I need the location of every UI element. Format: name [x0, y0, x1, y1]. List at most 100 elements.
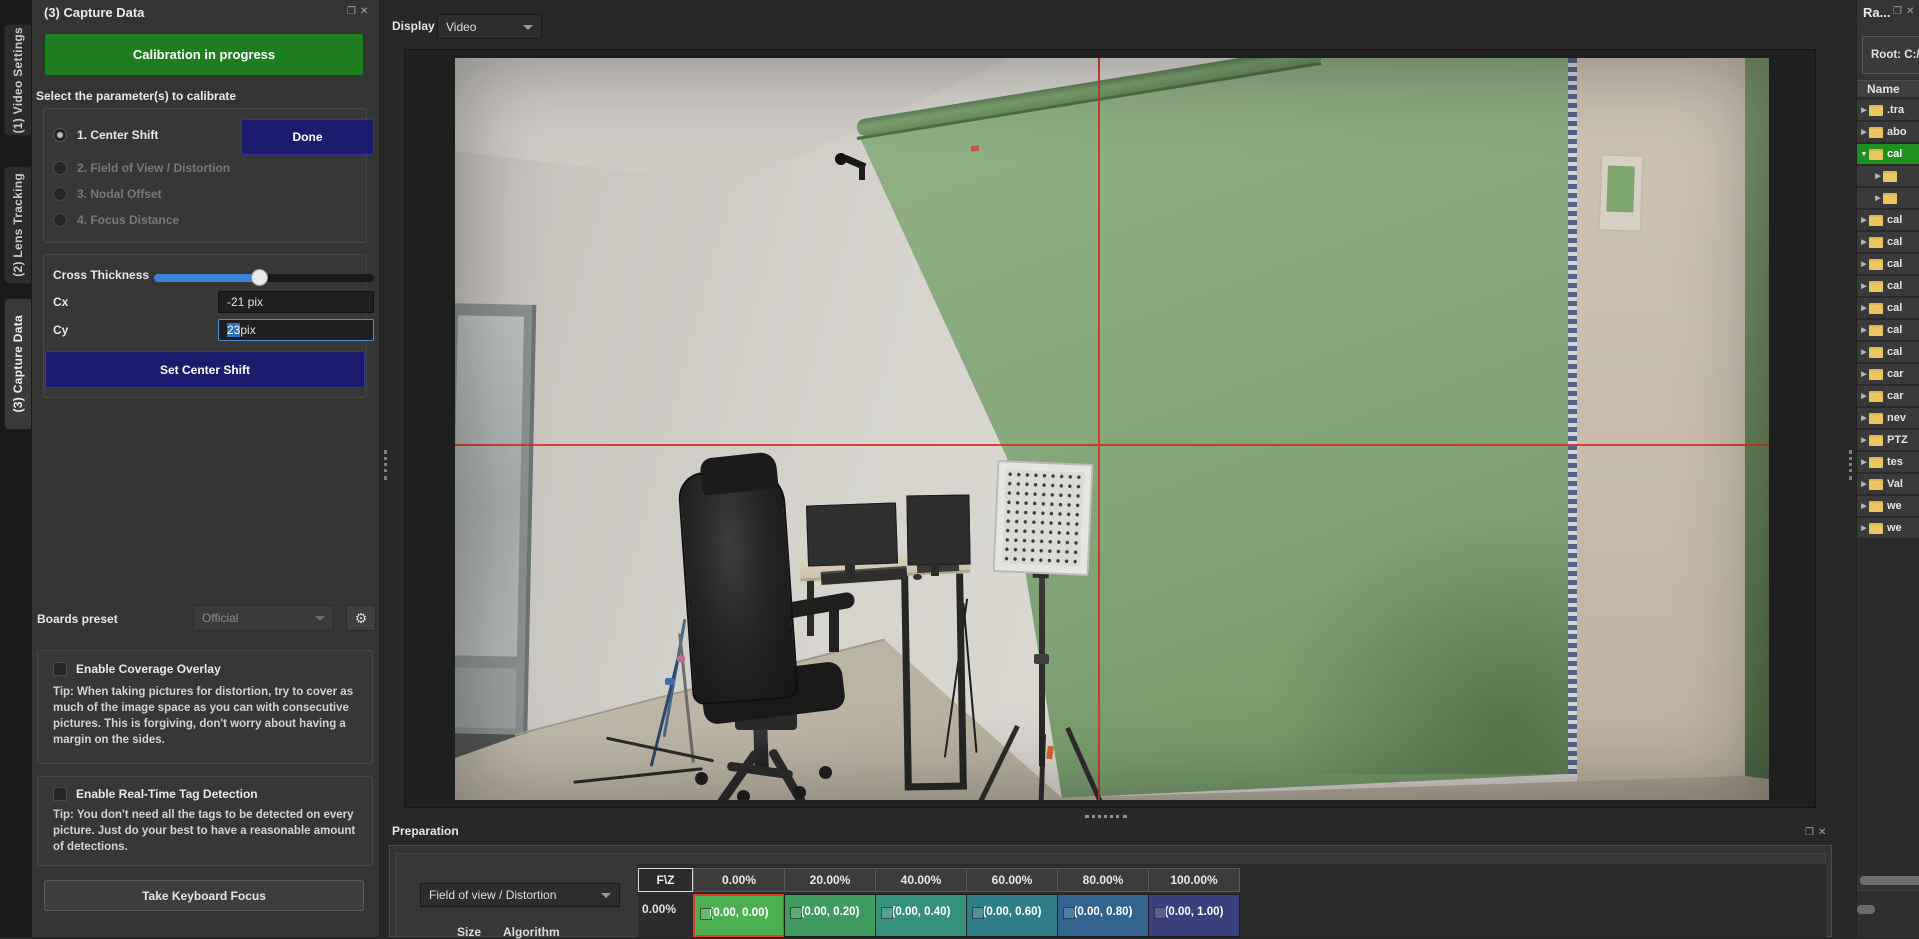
- param-option-3[interactable]: 3. Nodal Offset: [44, 181, 368, 207]
- boards-settings-button[interactable]: ⚙: [346, 605, 376, 631]
- tree-row-0[interactable]: ▶.tra: [1857, 100, 1919, 120]
- expand-icon[interactable]: ▶: [1859, 304, 1869, 312]
- left-splitter-handle[interactable]: [384, 450, 387, 480]
- param-option-2[interactable]: 2. Field of View / Distortion: [44, 155, 368, 181]
- tree-row-11[interactable]: ▶cal: [1857, 342, 1919, 362]
- tab-3[interactable]: (3) Capture Data: [4, 298, 31, 430]
- sample-cell-4[interactable]: (0.00, 0.80): [1057, 894, 1149, 937]
- cy-input[interactable]: 23 pix: [218, 319, 374, 341]
- col-header-80.00%[interactable]: 80.00%: [1057, 868, 1149, 892]
- collapse-icon[interactable]: ▼: [1859, 151, 1869, 158]
- mode-dropdown[interactable]: Field of view / Distortion: [420, 883, 620, 907]
- col-header-20.00%[interactable]: 20.00%: [784, 868, 876, 892]
- expand-icon[interactable]: ▶: [1859, 260, 1869, 268]
- tree-row-9[interactable]: ▶cal: [1857, 298, 1919, 318]
- set-center-shift-button[interactable]: Set Center Shift: [45, 351, 365, 388]
- folder-icon: [1869, 127, 1883, 138]
- tree-row-7[interactable]: ▶cal: [1857, 254, 1919, 274]
- tree-horizontal-scrollbar[interactable]: [1860, 876, 1919, 885]
- bottom-scrollbar[interactable]: [1857, 905, 1875, 914]
- tree-row-16[interactable]: ▶tes: [1857, 452, 1919, 472]
- expand-icon[interactable]: ▶: [1859, 414, 1869, 422]
- tab-1[interactable]: (1) Video Settings: [4, 24, 31, 136]
- sample-cell-5[interactable]: (0.00, 1.00): [1148, 894, 1240, 937]
- expand-icon[interactable]: ▶: [1859, 348, 1869, 356]
- float-panel-icon[interactable]: ❐: [1805, 828, 1814, 838]
- expand-icon[interactable]: ▶: [1859, 458, 1869, 466]
- float-panel-icon[interactable]: ❐: [1893, 7, 1902, 17]
- tree-row-2[interactable]: ▼cal: [1857, 144, 1919, 164]
- cross-thickness-slider[interactable]: [154, 274, 374, 282]
- cell-checkbox[interactable]: [881, 907, 893, 919]
- tree-row-15[interactable]: ▶PTZ: [1857, 430, 1919, 450]
- folder-icon: [1869, 413, 1883, 424]
- expand-icon[interactable]: ▶: [1859, 524, 1869, 532]
- col-header-100.00%[interactable]: 100.00%: [1148, 868, 1240, 892]
- calibration-status-button[interactable]: Calibration in progress: [44, 33, 364, 76]
- tree-row-5[interactable]: ▶ cal: [1857, 210, 1919, 230]
- tree-row-18[interactable]: ▶we: [1857, 496, 1919, 516]
- close-panel-icon[interactable]: ✕: [360, 7, 368, 17]
- tab-2[interactable]: (2) Lens Tracking: [4, 166, 31, 284]
- cx-input[interactable]: -21 pix: [218, 291, 374, 313]
- radio-icon[interactable]: [53, 128, 67, 142]
- display-dropdown[interactable]: Video: [437, 14, 542, 39]
- tree-row-8[interactable]: ▶cal: [1857, 276, 1919, 296]
- tree-row-4[interactable]: ▶: [1857, 188, 1919, 208]
- tree-row-17[interactable]: ▶Val: [1857, 474, 1919, 494]
- expand-icon[interactable]: ▶: [1859, 282, 1869, 290]
- done-button[interactable]: Done: [241, 119, 374, 155]
- close-panel-icon[interactable]: ✕: [1818, 828, 1826, 838]
- tree-row-14[interactable]: ▶nev: [1857, 408, 1919, 428]
- sample-cell-0[interactable]: (0.00, 0.00): [693, 894, 785, 937]
- cell-checkbox[interactable]: [972, 907, 984, 919]
- col-header-60.00%[interactable]: 60.00%: [966, 868, 1058, 892]
- cell-checkbox[interactable]: [790, 907, 802, 919]
- tree-row-1[interactable]: ▶abo: [1857, 122, 1919, 142]
- expand-icon[interactable]: ▶: [1859, 392, 1869, 400]
- expand-icon[interactable]: ▶: [1859, 502, 1869, 510]
- right-splitter-handle[interactable]: [1849, 450, 1852, 480]
- radio-icon[interactable]: [53, 187, 67, 201]
- expand-icon[interactable]: ▶: [1859, 326, 1869, 334]
- col-header-40.00%[interactable]: 40.00%: [875, 868, 967, 892]
- sample-cell-3[interactable]: (0.00, 0.60): [966, 894, 1058, 937]
- slider-handle[interactable]: [251, 269, 268, 286]
- sample-cell-1[interactable]: (0.00, 0.20): [784, 894, 876, 937]
- close-panel-icon[interactable]: ✕: [1906, 7, 1914, 17]
- radio-icon[interactable]: [53, 161, 67, 175]
- take-keyboard-focus-button[interactable]: Take Keyboard Focus: [44, 880, 364, 911]
- tree-row-12[interactable]: ▶car: [1857, 364, 1919, 384]
- coverage-overlay-checkbox[interactable]: [53, 662, 67, 676]
- cell-checkbox[interactable]: [1154, 907, 1166, 919]
- folder-label: cal: [1887, 214, 1902, 226]
- expand-icon[interactable]: ▶: [1859, 128, 1869, 136]
- tree-row-19[interactable]: ▶we: [1857, 518, 1919, 538]
- cell-checkbox[interactable]: [700, 908, 712, 920]
- expand-icon[interactable]: ▶: [1859, 480, 1869, 488]
- folder-icon: [1869, 215, 1883, 226]
- col-header-0.00%[interactable]: 0.00%: [693, 868, 785, 892]
- tree-row-10[interactable]: ▶cal: [1857, 320, 1919, 340]
- expand-icon[interactable]: ▶: [1859, 436, 1869, 444]
- sample-cell-2[interactable]: (0.00, 0.40): [875, 894, 967, 937]
- expand-icon[interactable]: ▶: [1873, 172, 1883, 180]
- radio-icon[interactable]: [53, 213, 67, 227]
- expand-icon[interactable]: ▶: [1873, 194, 1883, 202]
- float-panel-icon[interactable]: ❐: [347, 7, 356, 17]
- table-corner-cell[interactable]: F\Z: [638, 868, 693, 892]
- expand-icon[interactable]: ▶: [1859, 106, 1869, 114]
- expand-icon[interactable]: ▶: [1859, 370, 1869, 378]
- tree-row-6[interactable]: ▶cal: [1857, 232, 1919, 252]
- cell-checkbox[interactable]: [1063, 907, 1075, 919]
- param-option-4[interactable]: 4. Focus Distance: [44, 207, 368, 233]
- tag-detection-checkbox[interactable]: [53, 787, 67, 801]
- tree-row-13[interactable]: ▶car: [1857, 386, 1919, 406]
- expand-icon[interactable]: ▶: [1859, 238, 1869, 246]
- name-column-header[interactable]: Name: [1857, 80, 1919, 98]
- boards-preset-dropdown[interactable]: Official: [193, 605, 334, 631]
- video-feed[interactable]: [455, 58, 1769, 800]
- tree-row-3[interactable]: ▶: [1857, 166, 1919, 186]
- horizontal-splitter-handle[interactable]: [1085, 815, 1127, 818]
- expand-icon[interactable]: ▶: [1859, 216, 1869, 224]
